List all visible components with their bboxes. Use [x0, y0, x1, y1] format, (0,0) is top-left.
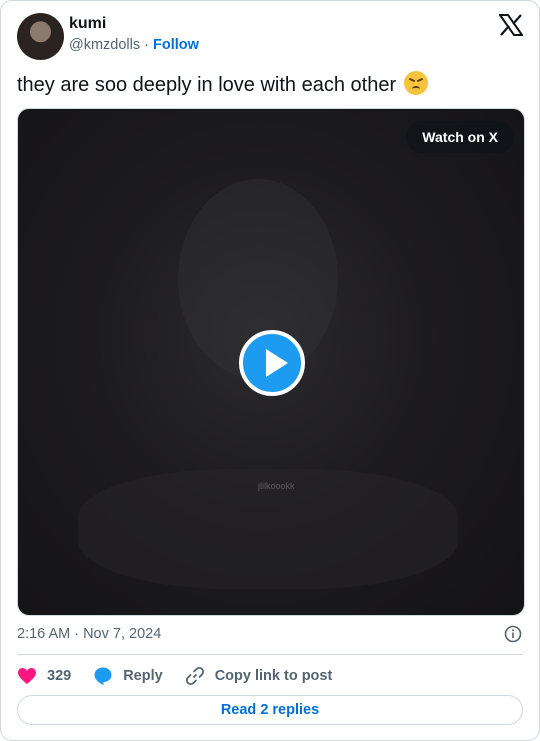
author-name[interactable]: kumi: [69, 15, 106, 33]
play-icon: [266, 349, 288, 377]
copy-link-label: Copy link to post: [214, 668, 333, 684]
follow-button[interactable]: Follow: [153, 37, 199, 53]
info-icon[interactable]: [504, 625, 522, 643]
reply-button[interactable]: Reply: [93, 666, 163, 686]
watch-on-x-button[interactable]: Watch on X: [406, 121, 514, 153]
confounded-face-icon: [403, 71, 428, 95]
tweet-text: they are soo deeply in love with each ot…: [17, 71, 428, 98]
play-button[interactable]: [239, 330, 305, 396]
tweet-text-body: they are soo deeply in love with each ot…: [17, 74, 397, 96]
tweet-timestamp[interactable]: 2:16 AM · Nov 7, 2024: [17, 626, 161, 642]
reply-label: Reply: [123, 668, 163, 684]
read-replies-button[interactable]: Read 2 replies: [17, 695, 523, 725]
avatar[interactable]: [17, 13, 64, 60]
heart-icon: [18, 668, 36, 684]
tweet-actions: 329 Reply Copy link to post: [17, 665, 354, 687]
separator: ·: [140, 37, 154, 53]
author-handle-row: @kmzdolls · Follow: [69, 37, 199, 53]
like-count: 329: [47, 668, 72, 684]
reply-bubble-icon: [94, 667, 112, 685]
like-button[interactable]: 329: [17, 667, 71, 685]
video-player[interactable]: Watch on X jlilkoookk: [17, 108, 525, 616]
divider: [17, 654, 523, 655]
video-watermark: jlilkoookk: [258, 481, 295, 491]
author-handle[interactable]: @kmzdolls: [69, 37, 140, 53]
link-icon: [185, 666, 204, 686]
copy-link-button[interactable]: Copy link to post: [185, 666, 333, 686]
x-logo-icon[interactable]: [499, 14, 523, 36]
tweet-embed-card: kumi @kmzdolls · Follow they are soo dee…: [0, 0, 540, 741]
